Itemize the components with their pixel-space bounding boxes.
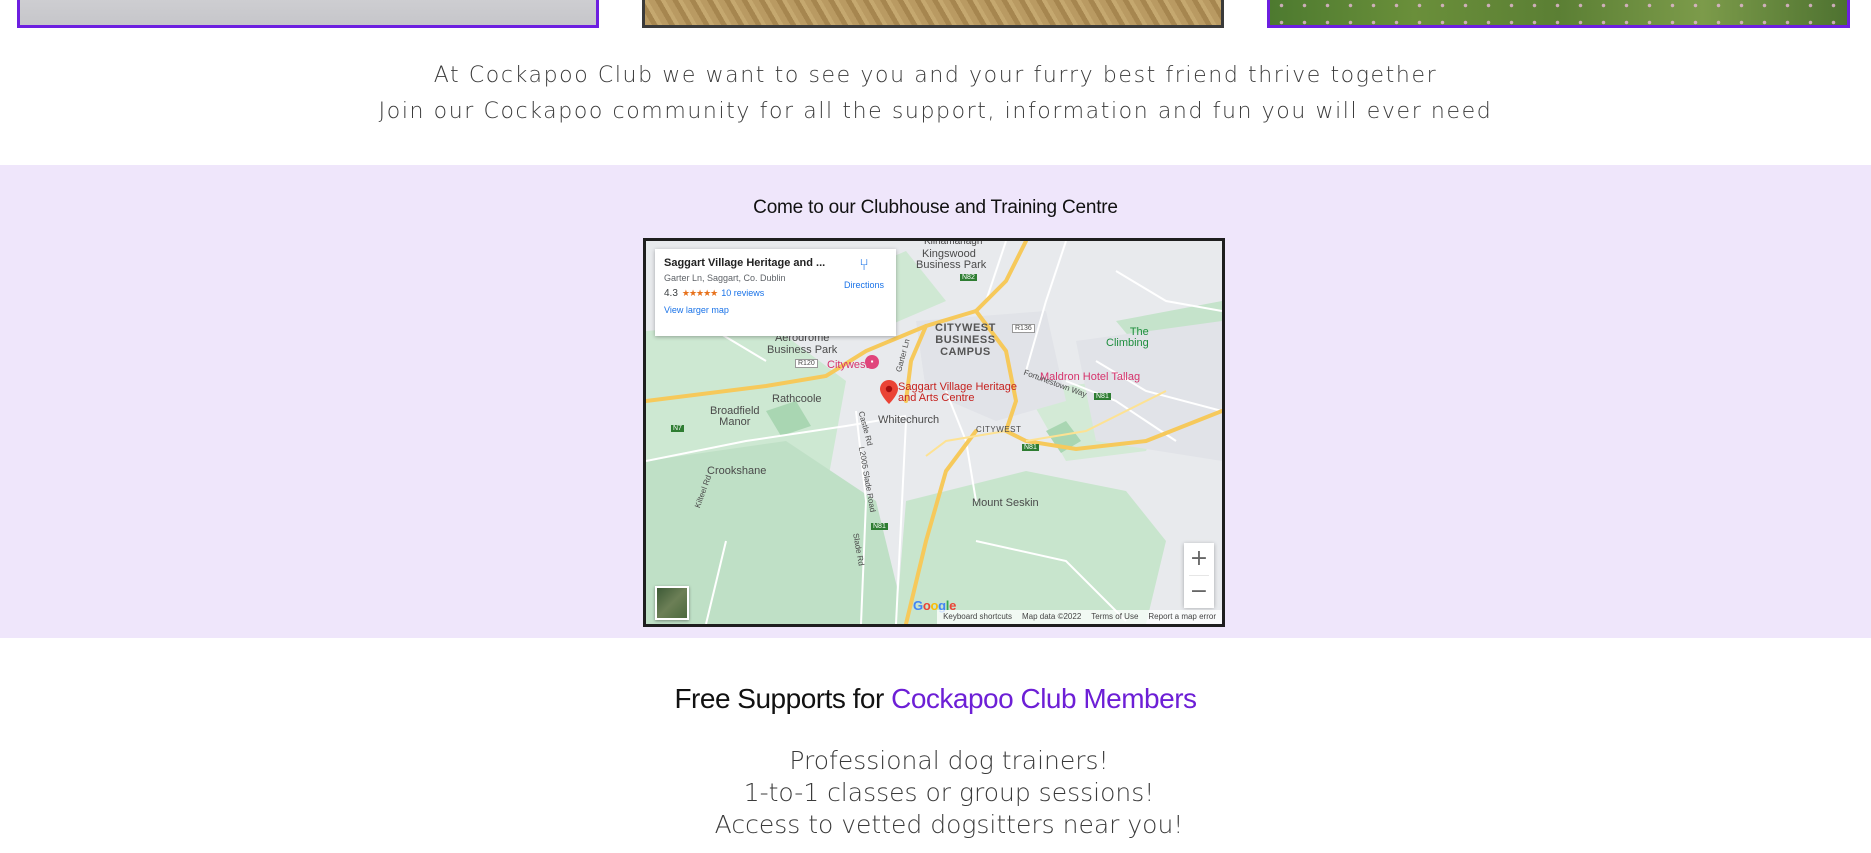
map-label-citywest-road: CITYWEST	[976, 425, 1022, 434]
map-label-pin-2: and Arts Centre	[898, 392, 975, 404]
road-badge-n81-c: N81	[1094, 393, 1111, 400]
map-attribution: Keyboard shortcuts Map data ©2022 Terms …	[937, 610, 1222, 624]
road-badge-n7: N7	[671, 425, 684, 432]
directions-icon: ⑂	[859, 257, 869, 274]
map-label-citywest-campus: CITYWEST BUSINESS CAMPUS	[935, 322, 996, 358]
report-map-error-link[interactable]: Report a map error	[1148, 612, 1216, 622]
view-larger-map-link[interactable]: View larger map	[664, 305, 887, 315]
supports-title-accent: Cockapoo Club Members	[891, 683, 1197, 714]
clubhouse-title: Come to our Clubhouse and Training Centr…	[753, 197, 1118, 218]
map-label-citywest-campus-1: CITYWEST	[935, 322, 996, 334]
road-badge-n82: N82	[960, 274, 977, 281]
map-label-climbing-2: Climbing	[1106, 337, 1149, 349]
satellite-toggle-button[interactable]	[655, 586, 689, 620]
map-label-pin: Saggart Village Heritage and Arts Centre	[898, 382, 1017, 404]
supports-list: Professional dog trainers! 1-to-1 classe…	[0, 745, 1871, 841]
supports-item: 1-to-1 classes or group sessions!	[743, 778, 1155, 807]
map-label-aerodrome-2: Business Park	[767, 344, 838, 356]
road-badge-n81-b: N81	[871, 523, 888, 530]
zoom-in-button[interactable]: +	[1184, 543, 1214, 575]
place-info-card: Saggart Village Heritage and ... Garter …	[655, 249, 896, 336]
zoom-out-button[interactable]: −	[1184, 576, 1214, 608]
road-badge-r136: R136	[1012, 324, 1035, 333]
map-label-rathcoole: Rathcoole	[772, 393, 822, 405]
map-label-whitechurch: Whitechurch	[878, 414, 940, 426]
map-label-kilnamanagh: Kilnamanagh	[924, 238, 983, 247]
road-badge-n81-a: N81	[1022, 444, 1039, 451]
zoom-controls: + −	[1184, 543, 1214, 608]
rating-stars-icon: ★★★★★	[681, 288, 718, 298]
intro-line-2: Join our Cockapoo community for all the …	[378, 99, 1493, 124]
hero-image-meadow	[1267, 0, 1850, 28]
directions-label: Directions	[843, 280, 884, 290]
hero-image-dog-collar	[17, 0, 599, 28]
embedded-map[interactable]: Kilnamanagh Kingswood Business Park CITY…	[643, 238, 1225, 627]
hero-image-row	[0, 0, 1871, 30]
map-data-text: Map data ©2022	[1022, 612, 1082, 621]
map-label-broadfield-2: Manor	[719, 416, 751, 428]
reviews-link[interactable]: 10 reviews	[721, 288, 764, 298]
place-rating: 4.3	[664, 288, 678, 299]
supports-title: Free Supports for Cockapoo Club Members	[0, 683, 1871, 715]
map-label-citywest-campus-3: CAMPUS	[940, 346, 991, 358]
hotel-icon: ▪	[865, 355, 879, 369]
intro-line-1: At Cockapoo Club we want to see you and …	[433, 63, 1438, 88]
map-label-citywest-campus-2: BUSINESS	[935, 334, 996, 346]
supports-title-plain: Free Supports for	[674, 683, 892, 714]
map-label-business-park: Business Park	[916, 259, 987, 271]
keyboard-shortcuts-link[interactable]: Keyboard shortcuts	[943, 612, 1012, 622]
supports-item: Professional dog trainers!	[789, 746, 1109, 775]
supports-item: Access to vetted dogsitters near you!	[714, 810, 1184, 839]
map-pin-icon[interactable]	[880, 380, 898, 404]
terms-of-use-link[interactable]: Terms of Use	[1091, 612, 1138, 622]
intro-text: At Cockapoo Club we want to see you and …	[0, 58, 1871, 130]
map-label-mount-seskin: Mount Seskin	[972, 497, 1039, 509]
map-label-crookshane: Crookshane	[707, 465, 767, 477]
directions-button[interactable]: ⑂ Directions	[844, 257, 884, 293]
map-label-climbing: The Climbing	[1106, 327, 1149, 349]
road-badge-r120: R120	[795, 359, 818, 368]
hero-image-sand	[642, 0, 1224, 28]
meadow-flowers	[1270, 0, 1847, 25]
map-label-citywest-poi: Citywest	[827, 359, 869, 371]
map-label-broadfield: Broadfield Manor	[710, 406, 760, 428]
